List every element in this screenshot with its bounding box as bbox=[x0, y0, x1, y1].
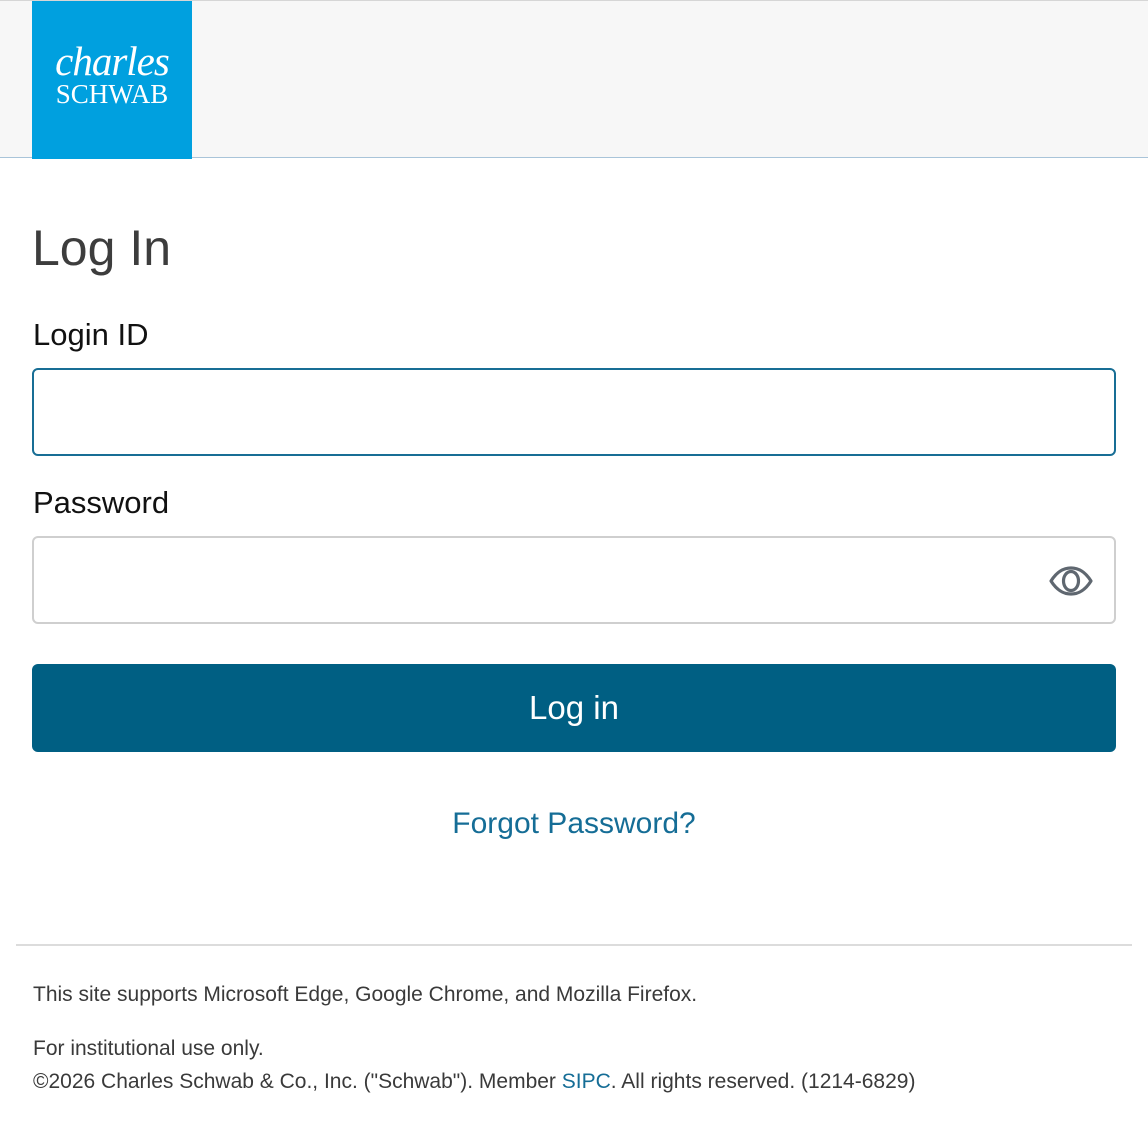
page-header: charles SCHWAB bbox=[0, 0, 1148, 159]
log-in-button[interactable]: Log in bbox=[32, 664, 1116, 752]
logo-line-schwab: SCHWAB bbox=[55, 79, 169, 109]
logo-line-charles: charles bbox=[55, 38, 170, 84]
password-input[interactable] bbox=[32, 536, 1116, 624]
browser-support-text: This site supports Microsoft Edge, Googl… bbox=[33, 983, 698, 1006]
login-id-input[interactable] bbox=[32, 368, 1116, 456]
charles-schwab-logo[interactable]: charles SCHWAB bbox=[32, 1, 192, 159]
copyright-prefix: ©2026 Charles Schwab & Co., Inc. ("Schwa… bbox=[33, 1070, 562, 1093]
eye-icon[interactable] bbox=[1048, 564, 1094, 598]
forgot-password-link[interactable]: Forgot Password? bbox=[0, 804, 1148, 844]
page-title: Log In bbox=[32, 220, 172, 276]
login-id-label: Login ID bbox=[33, 317, 149, 352]
footer-divider bbox=[16, 944, 1132, 946]
copyright-text: ©2026 Charles Schwab & Co., Inc. ("Schwa… bbox=[33, 1068, 915, 1096]
institutional-use-text: For institutional use only. bbox=[33, 1037, 264, 1060]
password-label: Password bbox=[33, 485, 170, 520]
sipc-link[interactable]: SIPC bbox=[562, 1070, 611, 1093]
copyright-suffix: . All rights reserved. (1214-6829) bbox=[610, 1070, 916, 1093]
